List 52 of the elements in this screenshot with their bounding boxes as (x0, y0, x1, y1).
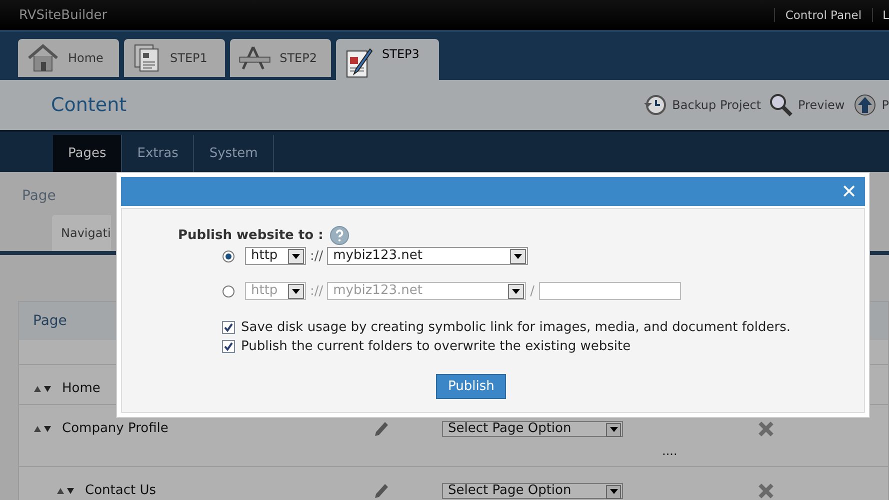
document-pencil-icon (344, 47, 374, 79)
separator-text: :// (310, 248, 324, 264)
move-arrows-icon[interactable] (34, 384, 51, 392)
toolbar-action[interactable]: P (852, 93, 889, 117)
page-name[interactable]: Home (62, 381, 100, 396)
option-label: Publish the current folders to overwrite the existing website (241, 339, 631, 354)
publish-label: Publish website to : (178, 228, 324, 242)
navigation-tab[interactable]: Navigati (52, 215, 111, 251)
caret-icon[interactable] (514, 254, 522, 259)
page-option-select[interactable]: Select Page Option (442, 482, 623, 498)
brand-name: RVSiteBuilder (18, 8, 108, 22)
header-link[interactable]: L (872, 8, 889, 22)
step-tab[interactable]: STEP3 (336, 39, 439, 83)
pencil-icon[interactable] (374, 482, 388, 498)
move-arrows-icon[interactable] (57, 486, 74, 494)
slash-text: / (530, 284, 535, 298)
ellipsis-text: .... (661, 444, 678, 460)
radio-button[interactable] (222, 250, 235, 262)
page-name[interactable]: Contact Us (85, 483, 156, 498)
help-icon[interactable] (330, 226, 350, 244)
toolbar-action[interactable]: Backup Project (643, 93, 762, 117)
caret-icon[interactable] (292, 289, 300, 294)
search-icon[interactable] (769, 93, 794, 117)
header-link[interactable]: Control Panel (774, 8, 872, 22)
page-name[interactable]: Company Profile (62, 421, 168, 436)
section-title: Content (51, 94, 128, 116)
caret-icon[interactable] (610, 489, 618, 494)
move-arrows-icon[interactable] (34, 424, 51, 432)
toolbar-action[interactable]: Preview (769, 93, 845, 117)
house-icon (26, 43, 60, 73)
caret-icon[interactable] (292, 254, 300, 259)
nav-tab[interactable]: Pages (53, 135, 122, 172)
globe-upload-icon[interactable] (852, 93, 877, 117)
page-option-select[interactable]: Select Page Option (442, 420, 623, 436)
caret-icon[interactable] (610, 427, 618, 432)
caret-icon[interactable] (512, 289, 520, 294)
option-label: Save disk usage by creating symbolic link for images, media, and document folders. (241, 320, 790, 335)
delete-icon[interactable] (758, 482, 774, 498)
protocol-select[interactable]: http (245, 247, 306, 265)
separator-text: :// (310, 284, 324, 298)
domain-select[interactable]: mybiz123.net (327, 247, 528, 265)
delete-icon[interactable] (758, 420, 774, 436)
publish-button[interactable]: Publish (436, 374, 506, 399)
column-header: Page (33, 313, 67, 329)
checkbox[interactable] (222, 321, 235, 334)
step-tab[interactable]: STEP1 (124, 39, 225, 77)
checkbox[interactable] (222, 340, 235, 353)
pencil-icon[interactable] (374, 420, 388, 436)
step-tab[interactable]: Home (18, 39, 119, 77)
step-tab[interactable]: STEP2 (230, 39, 331, 77)
page-heading: Page (22, 188, 56, 204)
close-button[interactable]: ✕ (841, 180, 857, 202)
